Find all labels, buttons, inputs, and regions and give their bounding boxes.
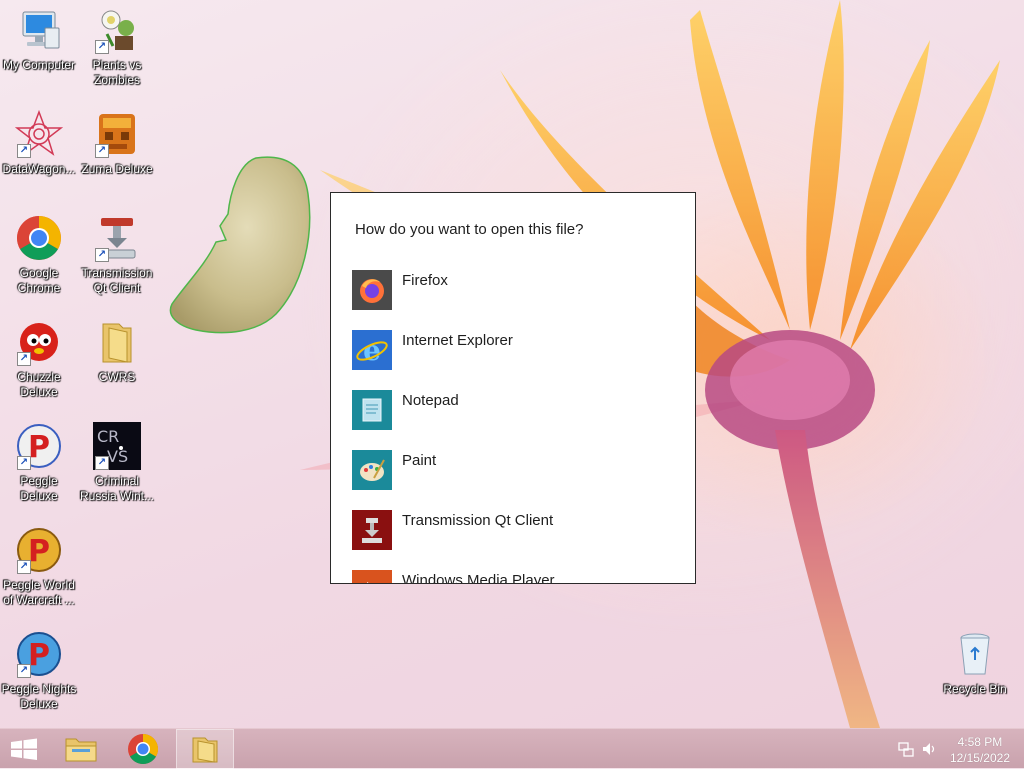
desktop-icon-label: Peggle Deluxe bbox=[20, 474, 58, 503]
transmission-icon bbox=[352, 510, 392, 550]
folder-icon bbox=[102, 323, 132, 363]
desktop-icon-label: Chuzzle Deluxe bbox=[17, 370, 61, 399]
folder-icon bbox=[192, 737, 218, 763]
start-button[interactable] bbox=[0, 729, 48, 769]
desktop-icon-criminal-russia[interactable]: CR VS ↗ Criminal Russia Wint... bbox=[78, 422, 156, 504]
shortcut-arrow-icon: ↗ bbox=[17, 352, 31, 366]
desktop-icon-peggle-deluxe[interactable]: P ↗ Peggle Deluxe bbox=[0, 422, 78, 504]
floating-image-fragment[interactable] bbox=[166, 154, 314, 336]
shortcut-arrow-icon: ↗ bbox=[95, 456, 109, 470]
desktop-icon-label: Zuma Deluxe bbox=[81, 162, 153, 176]
app-option-windows-media-player[interactable]: Windows Media Player bbox=[352, 570, 672, 584]
system-clock[interactable]: 4:58 PM 12/15/2022 bbox=[950, 734, 1010, 766]
shortcut-arrow-icon: ↗ bbox=[17, 560, 31, 574]
desktop-icon-recycle-bin[interactable]: Recycle Bin bbox=[936, 630, 1014, 697]
shortcut-arrow-icon: ↗ bbox=[95, 248, 109, 262]
app-name: Notepad bbox=[402, 392, 459, 409]
app-name: Windows Media Player bbox=[402, 572, 555, 584]
desktop-icon-datawagon[interactable]: ↗ DataWagon... bbox=[0, 110, 78, 177]
desktop-icon-label: Criminal Russia Wint... bbox=[79, 474, 154, 503]
svg-text:e: e bbox=[363, 334, 381, 367]
volume-icon[interactable] bbox=[921, 741, 937, 757]
desktop-icon-zuma-deluxe[interactable]: ↗ Zuma Deluxe bbox=[78, 110, 156, 177]
desktop-icon-label: Recycle Bin bbox=[943, 682, 1007, 696]
desktop-icon-peggle-nights[interactable]: P ↗ Peggle Nights Deluxe bbox=[0, 630, 78, 712]
notepad-icon bbox=[352, 390, 392, 430]
shortcut-arrow-icon: ↗ bbox=[95, 40, 109, 54]
app-name: Internet Explorer bbox=[402, 332, 513, 349]
windows-logo-icon bbox=[11, 738, 37, 760]
media-player-icon bbox=[352, 570, 392, 583]
shortcut-arrow-icon: ↗ bbox=[17, 456, 31, 470]
app-name: Paint bbox=[402, 452, 437, 469]
desktop-icon-label: Transmission Qt Client bbox=[81, 266, 153, 295]
network-icon[interactable] bbox=[898, 741, 914, 757]
app-option-transmission[interactable]: Transmission Qt Client bbox=[352, 510, 672, 550]
open-with-dialog: How do you want to open this file? Firef… bbox=[330, 192, 696, 584]
svg-text:P: P bbox=[28, 430, 50, 465]
svg-text:P: P bbox=[28, 534, 50, 569]
app-name: Firefox bbox=[402, 272, 448, 289]
svg-text:P: P bbox=[28, 638, 50, 673]
folder-icon bbox=[65, 738, 97, 762]
taskbar-google-chrome[interactable] bbox=[120, 729, 166, 769]
shortcut-arrow-icon: ↗ bbox=[95, 144, 109, 158]
app-option-notepad[interactable]: Notepad bbox=[352, 390, 672, 430]
desktop-icon-chuzzle-deluxe[interactable]: ↗ Chuzzle Deluxe bbox=[0, 318, 78, 400]
shortcut-arrow-icon: ↗ bbox=[17, 144, 31, 158]
desktop-icon-label: Google Chrome bbox=[17, 266, 61, 295]
desktop-icon-my-computer[interactable]: My Computer bbox=[0, 6, 78, 73]
desktop-icon-label: Plants vs Zombies bbox=[92, 58, 142, 87]
app-option-firefox[interactable]: Firefox bbox=[352, 270, 672, 310]
desktop-icon-label: My Computer bbox=[2, 58, 76, 72]
desktop-icon-label: DataWagon... bbox=[2, 162, 76, 176]
desktop-icon-plants-vs-zombies[interactable]: ↗ Plants vs Zombies bbox=[78, 6, 156, 88]
svg-text:CR: CR bbox=[97, 427, 119, 446]
firefox-icon bbox=[352, 270, 392, 310]
taskbar: 4:58 PM 12/15/2022 bbox=[0, 728, 1024, 769]
taskbar-file-explorer[interactable] bbox=[58, 729, 104, 769]
chrome-icon bbox=[17, 216, 61, 260]
recycle-bin-icon bbox=[960, 633, 990, 675]
desktop-icon-label: CWRS bbox=[98, 370, 136, 384]
svg-text:VS: VS bbox=[107, 447, 128, 466]
desktop-icon-cwrs[interactable]: CWRS bbox=[78, 318, 156, 385]
desktop-icon-label: Peggle Nights Deluxe bbox=[1, 682, 77, 711]
clock-time: 4:58 PM bbox=[957, 735, 1003, 749]
taskbar-open-folder-window[interactable] bbox=[176, 729, 234, 769]
computer-icon bbox=[22, 11, 60, 49]
chrome-icon bbox=[128, 734, 159, 765]
app-name: Transmission Qt Client bbox=[402, 512, 554, 529]
desktop-icon-google-chrome[interactable]: Google Chrome bbox=[0, 214, 78, 296]
app-option-paint[interactable]: Paint bbox=[352, 450, 672, 490]
desktop-icon-transmission[interactable]: ↗ Transmission Qt Client bbox=[78, 214, 156, 296]
desktop-icon-label: Peggle World of Warcraft ... bbox=[3, 578, 75, 607]
desktop-icon-peggle-world-of-warcraft[interactable]: P ↗ Peggle World of Warcraft ... bbox=[0, 526, 78, 608]
dialog-title: How do you want to open this file? bbox=[355, 221, 584, 238]
internet-explorer-icon: e bbox=[352, 330, 392, 370]
shortcut-arrow-icon: ↗ bbox=[17, 664, 31, 678]
app-option-internet-explorer[interactable]: e Internet Explorer bbox=[352, 330, 672, 370]
clock-date: 12/15/2022 bbox=[949, 751, 1010, 765]
paint-icon bbox=[352, 450, 392, 490]
